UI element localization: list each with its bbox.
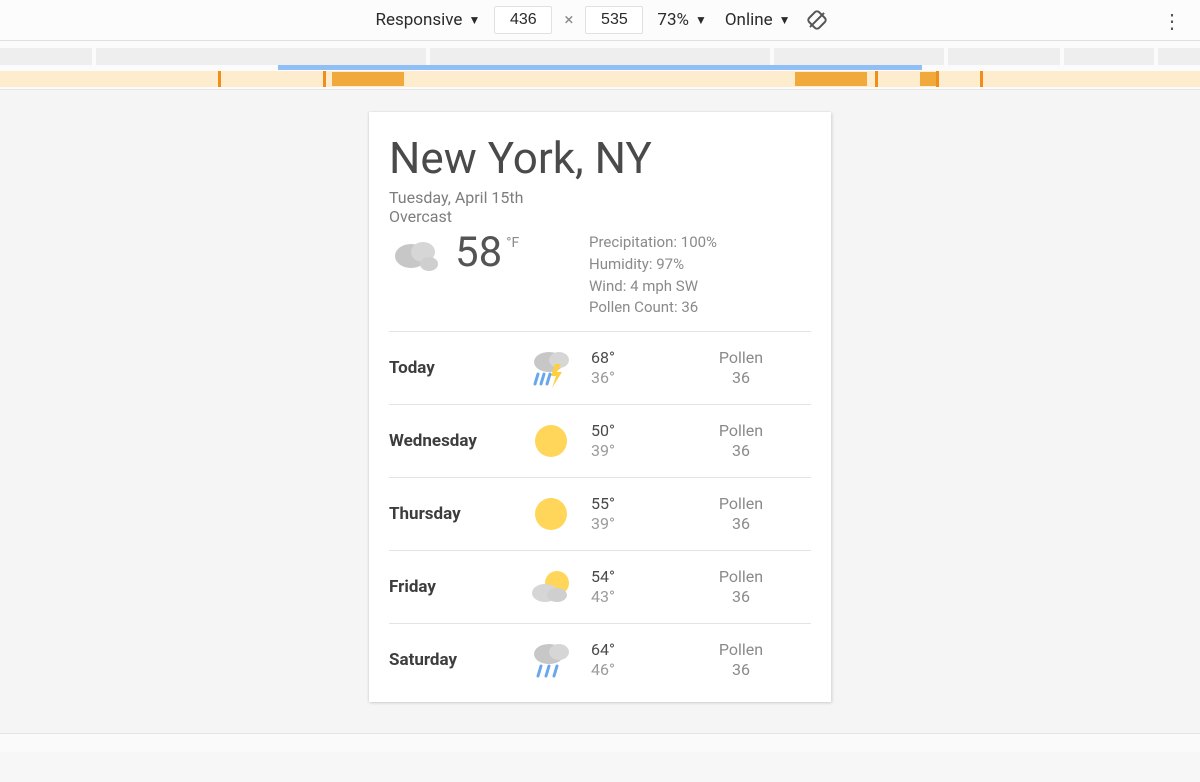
device-mode-label: Responsive bbox=[375, 10, 462, 30]
forecast-pollen-label: Pollen bbox=[671, 348, 811, 368]
zoom-dropdown[interactable]: 73% ▼ bbox=[653, 8, 710, 32]
device-viewport-area: New York, NY Tuesday, April 15th Overcas… bbox=[0, 90, 1200, 752]
forecast-day: Wednesday bbox=[389, 431, 511, 451]
chevron-down-icon: ▼ bbox=[468, 13, 480, 27]
humidity-value: 97% bbox=[656, 255, 684, 273]
ruler-row-2 bbox=[0, 69, 1200, 89]
precipitation-label: Precipitation: bbox=[589, 233, 677, 251]
forecast-pollen-label: Pollen bbox=[671, 567, 811, 587]
pollen-count-label: Pollen Count: bbox=[589, 298, 678, 316]
forecast-row: Saturday 64° 46° bbox=[389, 623, 811, 696]
partly-cloudy-icon bbox=[511, 565, 591, 609]
rotate-icon[interactable] bbox=[805, 8, 829, 32]
resize-handle-bottom[interactable]: ══ bbox=[582, 696, 617, 702]
chevron-down-icon: ▼ bbox=[779, 13, 791, 27]
forecast-temps: 64° 46° bbox=[591, 640, 671, 680]
forecast-day: Thursday bbox=[389, 504, 511, 524]
forecast-hi: 64° bbox=[591, 640, 671, 660]
location-title: New York, NY bbox=[389, 132, 811, 184]
device-ruler bbox=[0, 41, 1200, 90]
forecast-temps: 68° 36° bbox=[591, 348, 671, 388]
forecast-hi: 55° bbox=[591, 494, 671, 514]
forecast-pollen-value: 36 bbox=[671, 514, 811, 534]
forecast-lo: 43° bbox=[591, 587, 671, 607]
forecast-pollen: Pollen 36 bbox=[671, 640, 811, 680]
status-bar bbox=[0, 733, 1200, 752]
forecast-pollen-value: 36 bbox=[671, 587, 811, 607]
throttle-label: Online bbox=[725, 10, 773, 30]
rain-icon bbox=[511, 638, 591, 682]
viewport-width-input[interactable] bbox=[494, 6, 552, 34]
forecast-pollen-value: 36 bbox=[671, 660, 811, 680]
overcast-icon bbox=[389, 232, 445, 280]
pollen-count-value: 36 bbox=[681, 298, 698, 316]
forecast-pollen: Pollen 36 bbox=[671, 567, 811, 607]
current-details: Precipitation: 100% Humidity: 97% Wind: … bbox=[589, 232, 811, 319]
forecast-row: Thursday 55° 39° Pollen 36 bbox=[389, 477, 811, 550]
device-mode-dropdown[interactable]: Responsive ▼ bbox=[371, 8, 484, 32]
throttle-dropdown[interactable]: Online ▼ bbox=[721, 8, 795, 32]
forecast-pollen: Pollen 36 bbox=[671, 421, 811, 461]
forecast-temps: 55° 39° bbox=[591, 494, 671, 534]
forecast-lo: 39° bbox=[591, 441, 671, 461]
forecast-pollen-label: Pollen bbox=[671, 640, 811, 660]
current-temp: 58 °F bbox=[455, 232, 519, 274]
device-frame: New York, NY Tuesday, April 15th Overcas… bbox=[369, 112, 831, 702]
viewport-height-input[interactable] bbox=[585, 6, 643, 34]
forecast-pollen-label: Pollen bbox=[671, 494, 811, 514]
weather-card: New York, NY Tuesday, April 15th Overcas… bbox=[369, 112, 831, 696]
wind-value: 4 mph SW bbox=[630, 277, 698, 295]
forecast-day: Friday bbox=[389, 577, 511, 597]
forecast-hi: 50° bbox=[591, 421, 671, 441]
humidity-label: Humidity: bbox=[589, 255, 653, 273]
forecast-lo: 46° bbox=[591, 660, 671, 680]
forecast-day: Saturday bbox=[389, 650, 511, 670]
condition-label: Overcast bbox=[389, 207, 811, 226]
device-toolbar: Responsive ▼ × 73% ▼ Online ▼ ⋮ bbox=[0, 0, 1200, 41]
forecast-pollen: Pollen 36 bbox=[671, 348, 811, 388]
dimension-separator: × bbox=[562, 10, 575, 30]
ruler-row-1 bbox=[0, 45, 1200, 69]
forecast-lo: 36° bbox=[591, 368, 671, 388]
forecast-list: Today 68° 36° bbox=[389, 331, 811, 696]
chevron-down-icon: ▼ bbox=[695, 13, 707, 27]
date-label: Tuesday, April 15th bbox=[389, 188, 811, 207]
current-temp-unit: °F bbox=[506, 236, 519, 274]
forecast-temps: 50° 39° bbox=[591, 421, 671, 461]
forecast-row: Friday 54° 43° Pollen 36 bbox=[389, 550, 811, 623]
forecast-pollen-value: 36 bbox=[671, 368, 811, 388]
sunny-icon bbox=[511, 419, 591, 463]
wind-label: Wind: bbox=[589, 277, 626, 295]
current-conditions: 58 °F Precipitation: 100% Humidity: 97% … bbox=[389, 232, 811, 319]
more-vert-icon[interactable]: ⋮ bbox=[1162, 9, 1182, 33]
forecast-hi: 68° bbox=[591, 348, 671, 368]
forecast-pollen-value: 36 bbox=[671, 441, 811, 461]
forecast-pollen-label: Pollen bbox=[671, 421, 811, 441]
forecast-temps: 54° 43° bbox=[591, 567, 671, 607]
thunder-rain-icon bbox=[511, 346, 591, 390]
forecast-row: Wednesday 50° 39° Pollen 36 bbox=[389, 404, 811, 477]
zoom-label: 73% bbox=[657, 10, 689, 30]
forecast-lo: 39° bbox=[591, 514, 671, 534]
precipitation-value: 100% bbox=[681, 233, 717, 251]
forecast-row: Today 68° 36° bbox=[389, 331, 811, 404]
sunny-icon bbox=[511, 492, 591, 536]
forecast-day: Today bbox=[389, 358, 511, 378]
current-temp-value: 58 bbox=[455, 232, 502, 274]
forecast-hi: 54° bbox=[591, 567, 671, 587]
forecast-pollen: Pollen 36 bbox=[671, 494, 811, 534]
